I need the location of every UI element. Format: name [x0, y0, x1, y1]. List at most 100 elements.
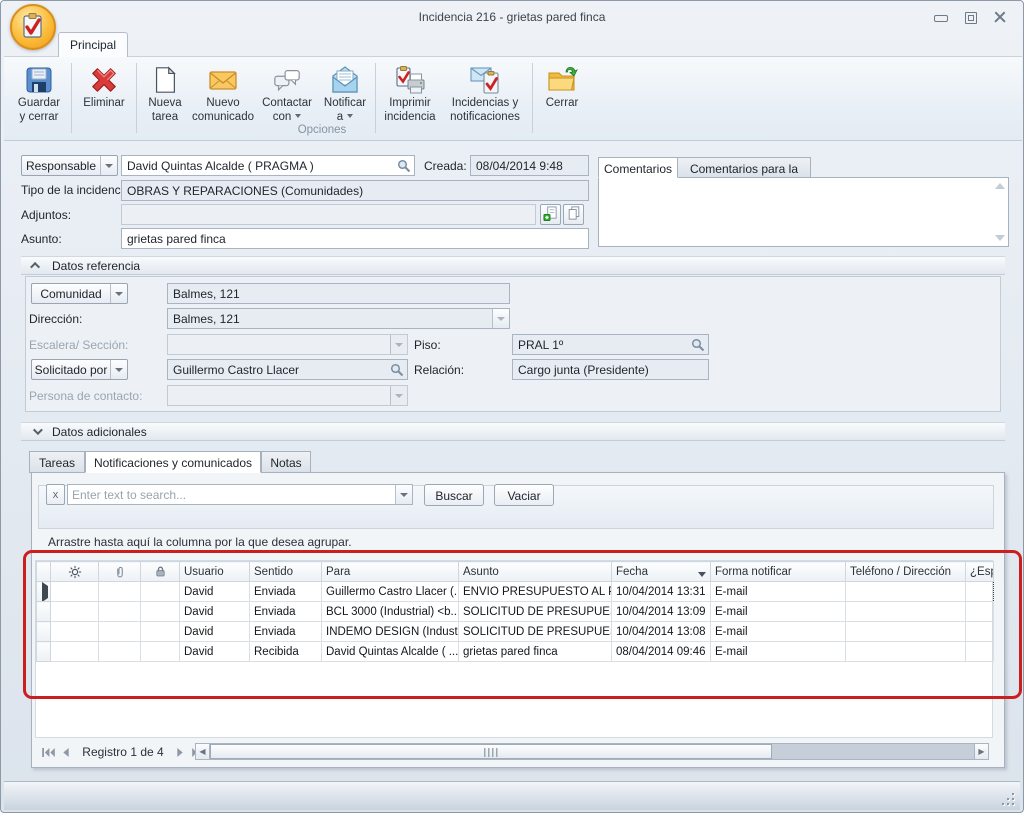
table-row[interactable]: David Enviada BCL 3000 (Industrial) <b..… — [37, 602, 994, 622]
incidencias-y-notificaciones-button[interactable]: Incidencias y notificaciones — [441, 60, 529, 132]
search-icon[interactable] — [390, 363, 404, 377]
comunidad-dropdown-button[interactable]: Comunidad — [31, 283, 128, 304]
eliminar-button[interactable]: Eliminar — [75, 60, 133, 132]
next-record-icon[interactable] — [171, 744, 189, 760]
chevron-down-icon[interactable] — [395, 485, 412, 504]
column-header-asunto[interactable]: Asunto — [459, 562, 612, 582]
speech-bubbles-icon — [270, 63, 304, 97]
scroll-down-icon[interactable] — [995, 235, 1005, 241]
scrollbar-track[interactable] — [210, 743, 974, 760]
reminder-column-header[interactable] — [51, 562, 99, 582]
scrollbar-thumb[interactable] — [210, 744, 772, 759]
horizontal-scrollbar[interactable]: ◀ ▶ — [195, 743, 989, 760]
column-header-usuario[interactable]: Usuario — [180, 562, 250, 582]
window-title: Incidencia 216 - grietas pared finca — [419, 10, 606, 24]
vaciar-button[interactable]: Vaciar — [494, 484, 554, 506]
notificar-a-button[interactable]: Notificar a — [318, 60, 372, 132]
restore-icon[interactable] — [963, 11, 977, 23]
adjuntos-label: Adjuntos: — [21, 208, 71, 222]
datos-referencia-panel: Comunidad Balmes, 121 Dirección: Balmes,… — [25, 276, 1001, 412]
search-icon[interactable] — [691, 338, 705, 352]
ribbon-separator — [532, 63, 533, 133]
piso-field[interactable]: PRAL 1º — [512, 334, 709, 355]
comunidad-field[interactable]: Balmes, 121 — [167, 283, 510, 304]
creada-field: 08/04/2014 9:48 — [470, 155, 589, 176]
copy-icon — [567, 206, 581, 223]
table-row[interactable]: David Enviada INDEMO DESIGN (Indust... S… — [37, 622, 994, 642]
guardar-y-cerrar-button[interactable]: Guardar y cerrar — [10, 60, 68, 132]
responsable-field[interactable]: David Quintas Alcalde ( PRAGMA ) — [121, 155, 415, 176]
piso-label: Piso: — [414, 338, 441, 352]
window-controls — [933, 11, 1007, 23]
grid-header-row[interactable]: Usuario Sentido Para Asunto Fecha Forma … — [37, 562, 994, 582]
cerrar-button[interactable]: Cerrar — [536, 60, 588, 132]
column-header-para[interactable]: Para — [322, 562, 459, 582]
buscar-button[interactable]: Buscar — [424, 484, 484, 506]
search-icon[interactable] — [397, 159, 411, 173]
printer-icon — [393, 63, 427, 97]
tab-notificaciones-y-comunicados[interactable]: Notificaciones y comunicados — [85, 451, 261, 473]
scroll-left-icon[interactable]: ◀ — [195, 743, 210, 760]
tab-notas[interactable]: Notas — [261, 451, 311, 473]
application-menu-button[interactable] — [10, 4, 56, 50]
search-combo[interactable] — [67, 484, 413, 505]
reminder-sun-icon — [55, 565, 94, 579]
tab-principal-label: Principal — [70, 38, 116, 52]
ribbon-separator — [136, 63, 137, 133]
tab-principal[interactable]: Principal — [58, 32, 128, 57]
responsable-dropdown-button[interactable]: Responsable — [21, 155, 118, 176]
close-folder-icon — [545, 63, 579, 97]
table-row[interactable]: David Recibida David Quintas Alcalde ( .… — [37, 642, 994, 662]
solicitado-por-dropdown-button[interactable]: Solicitado por — [31, 359, 128, 380]
envelope-icon — [206, 63, 240, 97]
column-header-espera[interactable]: ¿Espe — [966, 562, 994, 582]
title-bar: Incidencia 216 - grietas pared finca — [1, 1, 1023, 31]
section-title: Datos referencia — [52, 259, 140, 273]
datos-referencia-header[interactable]: Datos referencia — [21, 256, 1005, 275]
direccion-combo[interactable]: Balmes, 121 — [167, 308, 510, 329]
clear-search-button[interactable]: x — [46, 484, 65, 505]
datos-adicionales-header[interactable]: Datos adicionales — [21, 422, 1005, 441]
column-header-sentido[interactable]: Sentido — [250, 562, 322, 582]
nueva-tarea-button[interactable]: Nueva tarea — [140, 60, 190, 132]
new-page-icon — [148, 63, 182, 97]
copy-attachment-button[interactable] — [563, 204, 584, 225]
ribbon-separator — [375, 63, 376, 133]
comentarios-textarea[interactable] — [598, 177, 1009, 247]
add-attachment-button[interactable] — [540, 204, 561, 225]
solicitado-por-field[interactable]: Guillermo Castro Llacer — [167, 359, 408, 380]
resize-grip-icon[interactable] — [1001, 792, 1014, 805]
scroll-up-icon[interactable] — [995, 183, 1005, 189]
asunto-field[interactable]: grietas pared finca — [121, 228, 589, 249]
tab-comentarios-web[interactable]: Comentarios para la web — [677, 157, 811, 178]
close-icon[interactable] — [993, 11, 1007, 23]
minimize-icon[interactable] — [933, 11, 947, 23]
row-indicator — [37, 582, 51, 602]
collapse-icon — [30, 262, 40, 272]
tab-tareas[interactable]: Tareas — [29, 451, 85, 473]
escalera-combo — [167, 334, 408, 355]
chevron-down-icon[interactable] — [492, 309, 509, 328]
column-header-forma-notificar[interactable]: Forma notificar — [711, 562, 846, 582]
contactar-con-button[interactable]: Contactar con — [256, 60, 318, 132]
envelope-clipboard-icon — [468, 63, 502, 97]
attachment-column-header[interactable] — [99, 562, 141, 582]
previous-record-icon[interactable] — [57, 744, 75, 760]
column-header-fecha[interactable]: Fecha — [612, 562, 711, 582]
creada-label: Creada: — [424, 159, 467, 173]
column-header-telefono[interactable]: Teléfono / Dirección — [846, 562, 966, 582]
imprimir-incidencia-button[interactable]: Imprimir incidencia — [379, 60, 441, 132]
adjuntos-field[interactable] — [121, 204, 536, 225]
nuevo-comunicado-button[interactable]: Nuevo comunicado — [190, 60, 256, 132]
chevron-down-icon — [110, 284, 127, 303]
chevron-down-icon — [347, 114, 353, 118]
scroll-right-icon[interactable]: ▶ — [974, 743, 989, 760]
relacion-label: Relación: — [414, 363, 464, 377]
private-column-header[interactable] — [141, 562, 180, 582]
current-row-icon — [42, 582, 48, 602]
chevron-down-icon — [390, 386, 407, 405]
table-row[interactable]: David Enviada Guillermo Castro Llacer (.… — [37, 582, 994, 602]
tab-comentarios[interactable]: Comentarios — [598, 157, 678, 178]
search-input[interactable] — [72, 487, 390, 503]
first-record-icon[interactable] — [39, 744, 57, 760]
